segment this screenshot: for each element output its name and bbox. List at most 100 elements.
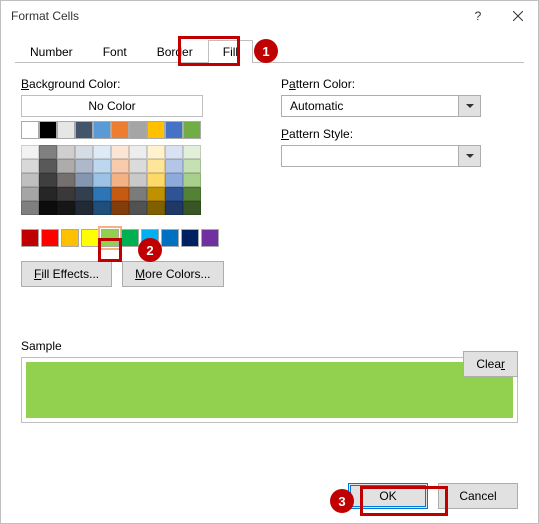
color-swatch[interactable] (75, 187, 93, 201)
color-swatch[interactable] (165, 121, 183, 139)
color-swatch[interactable] (183, 201, 201, 215)
color-swatch[interactable] (129, 173, 147, 187)
color-swatch[interactable] (147, 159, 165, 173)
color-swatch[interactable] (121, 229, 139, 247)
color-swatch[interactable] (101, 229, 119, 247)
color-swatch[interactable] (57, 159, 75, 173)
color-swatch[interactable] (165, 173, 183, 187)
color-swatch[interactable] (75, 173, 93, 187)
color-swatch[interactable] (39, 173, 57, 187)
color-swatch[interactable] (129, 201, 147, 215)
color-swatch[interactable] (39, 201, 57, 215)
clear-button[interactable]: Clear (463, 351, 518, 377)
color-swatch[interactable] (161, 229, 179, 247)
color-swatch[interactable] (57, 187, 75, 201)
color-swatch[interactable] (21, 187, 39, 201)
color-swatch[interactable] (93, 145, 111, 159)
color-swatch[interactable] (111, 145, 129, 159)
color-swatch[interactable] (75, 159, 93, 173)
color-swatch[interactable] (183, 173, 201, 187)
color-swatch[interactable] (129, 145, 147, 159)
color-swatch[interactable] (21, 173, 39, 187)
color-swatch[interactable] (75, 201, 93, 215)
color-swatch[interactable] (41, 229, 59, 247)
theme-color-row (21, 121, 241, 139)
tab-font[interactable]: Font (88, 40, 142, 63)
color-swatch[interactable] (183, 187, 201, 201)
window-title: Format Cells (11, 9, 458, 23)
color-swatch[interactable] (93, 173, 111, 187)
color-swatch[interactable] (165, 145, 183, 159)
color-swatch[interactable] (183, 121, 201, 139)
color-swatch[interactable] (201, 229, 219, 247)
color-swatch[interactable] (165, 187, 183, 201)
callout-2: 2 (138, 238, 162, 262)
color-swatch[interactable] (93, 159, 111, 173)
color-swatch[interactable] (181, 229, 199, 247)
color-swatch[interactable] (21, 229, 39, 247)
callout-1: 1 (254, 39, 278, 63)
color-swatch[interactable] (21, 121, 39, 139)
color-swatch[interactable] (129, 121, 147, 139)
color-swatch[interactable] (57, 121, 75, 139)
color-swatch[interactable] (183, 159, 201, 173)
color-swatch[interactable] (147, 187, 165, 201)
sample-label: Sample (21, 339, 518, 353)
color-swatch[interactable] (39, 187, 57, 201)
color-swatch[interactable] (21, 201, 39, 215)
close-icon (513, 11, 523, 21)
color-swatch[interactable] (111, 121, 129, 139)
color-swatch[interactable] (147, 121, 165, 139)
help-button[interactable]: ? (458, 1, 498, 31)
color-swatch[interactable] (129, 187, 147, 201)
pattern-style-select[interactable] (281, 145, 481, 167)
cancel-button[interactable]: Cancel (438, 483, 518, 509)
tab-fill[interactable]: Fill (208, 40, 253, 63)
color-swatch[interactable] (81, 229, 99, 247)
close-button[interactable] (498, 1, 538, 31)
color-swatch[interactable] (21, 145, 39, 159)
color-swatch[interactable] (111, 173, 129, 187)
color-swatch[interactable] (75, 121, 93, 139)
color-swatch[interactable] (147, 145, 165, 159)
color-swatch[interactable] (111, 201, 129, 215)
help-icon: ? (475, 9, 482, 23)
title-bar: Format Cells ? (1, 1, 538, 31)
chevron-down-icon (458, 96, 480, 116)
color-swatch[interactable] (61, 229, 79, 247)
color-swatch[interactable] (93, 121, 111, 139)
color-swatch[interactable] (21, 159, 39, 173)
color-swatch[interactable] (147, 201, 165, 215)
color-swatch[interactable] (93, 187, 111, 201)
color-swatch[interactable] (111, 187, 129, 201)
tab-number[interactable]: Number (15, 40, 88, 63)
color-swatch[interactable] (39, 121, 57, 139)
callout-3: 3 (330, 489, 354, 513)
pattern-color-value: Automatic (282, 99, 458, 113)
pattern-color-select[interactable]: Automatic (281, 95, 481, 117)
color-swatch[interactable] (57, 201, 75, 215)
color-swatch[interactable] (165, 201, 183, 215)
ok-button[interactable]: OK (348, 483, 428, 509)
color-swatch[interactable] (147, 173, 165, 187)
color-swatch[interactable] (165, 159, 183, 173)
pattern-color-label: Pattern Color: (281, 77, 481, 91)
background-color-label: Background Color: (21, 77, 241, 91)
tab-border[interactable]: Border (142, 40, 208, 63)
theme-shades-grid (21, 145, 241, 215)
more-colors-button[interactable]: More Colors... (122, 261, 223, 287)
color-swatch[interactable] (75, 145, 93, 159)
chevron-down-icon (458, 146, 480, 166)
pattern-style-label: Pattern Style: (281, 127, 481, 141)
color-swatch[interactable] (129, 159, 147, 173)
sample-swatch (26, 362, 513, 418)
color-swatch[interactable] (111, 159, 129, 173)
no-color-button[interactable]: No Color (21, 95, 203, 117)
color-swatch[interactable] (57, 145, 75, 159)
color-swatch[interactable] (93, 201, 111, 215)
color-swatch[interactable] (39, 145, 57, 159)
color-swatch[interactable] (183, 145, 201, 159)
color-swatch[interactable] (57, 173, 75, 187)
fill-effects-button[interactable]: Fill Effects... (21, 261, 112, 287)
color-swatch[interactable] (39, 159, 57, 173)
